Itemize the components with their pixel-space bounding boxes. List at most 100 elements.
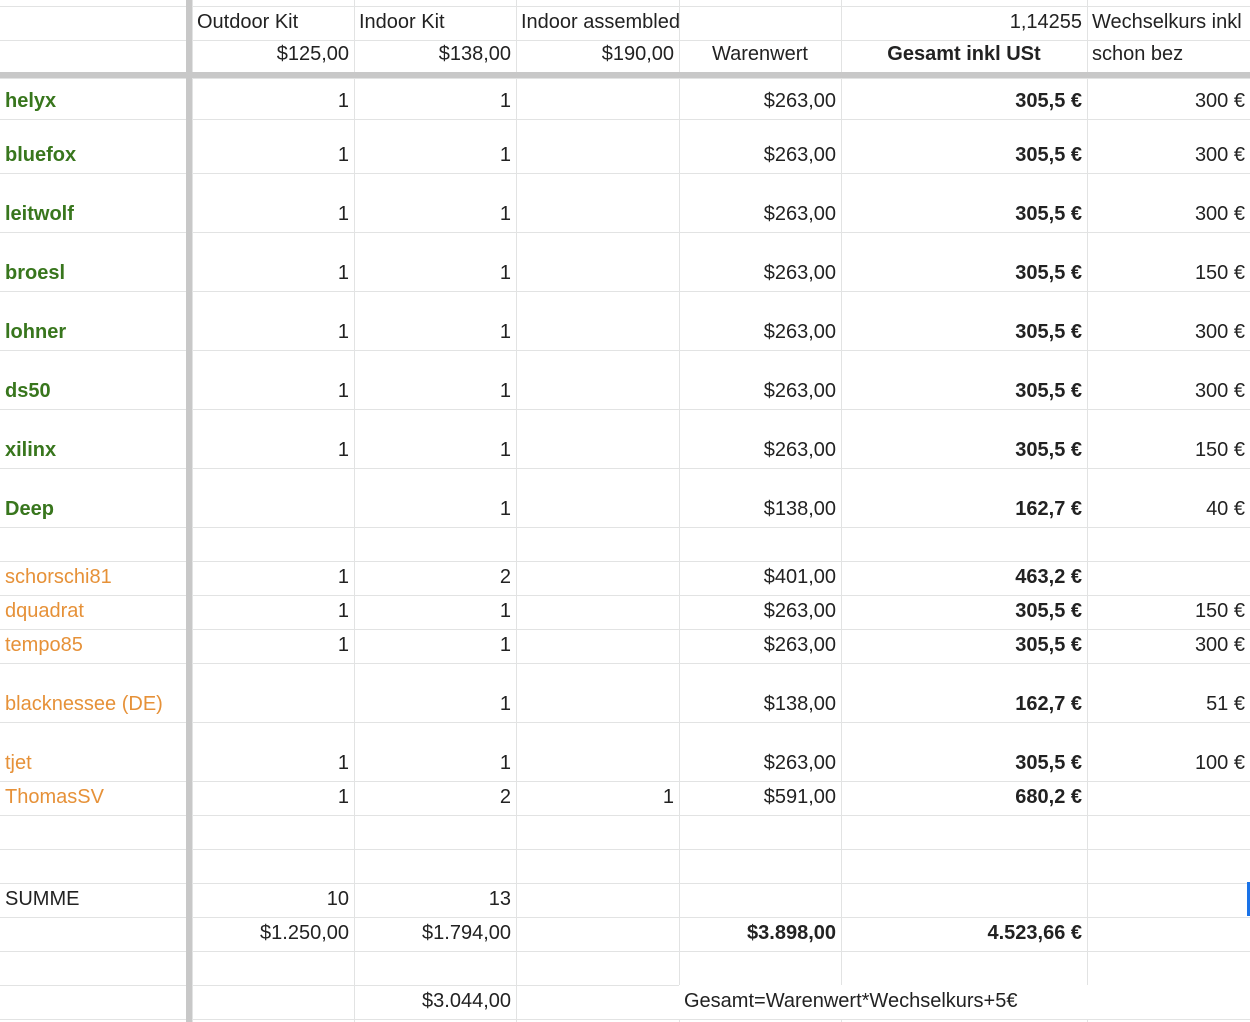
data-cell[interactable] (516, 119, 679, 173)
row-name-cell[interactable]: dquadrat (0, 595, 192, 629)
data-cell[interactable] (841, 951, 1087, 985)
data-cell[interactable]: 2 (354, 561, 516, 595)
data-cell[interactable]: 305,5 € (841, 173, 1087, 232)
data-cell[interactable]: 1 (354, 468, 516, 527)
data-cell[interactable]: $138,00 (679, 663, 841, 722)
row-name-cell[interactable]: tempo85 (0, 629, 192, 663)
data-cell[interactable] (516, 663, 679, 722)
data-cell[interactable]: 1 (192, 350, 354, 409)
data-cell[interactable] (516, 232, 679, 291)
data-cell[interactable] (516, 409, 679, 468)
row-name-cell[interactable]: leitwolf (0, 173, 192, 232)
data-cell[interactable]: 1 (354, 350, 516, 409)
data-cell[interactable] (354, 849, 516, 883)
data-cell[interactable] (516, 951, 679, 985)
data-cell[interactable]: 463,2 € (841, 561, 1087, 595)
header-cell[interactable]: $190,00 (516, 40, 679, 72)
data-cell[interactable] (841, 883, 1087, 917)
data-cell[interactable] (192, 468, 354, 527)
data-cell[interactable]: 1 (354, 629, 516, 663)
data-cell[interactable] (516, 849, 679, 883)
data-cell[interactable] (1087, 527, 1250, 561)
spreadsheet-grid[interactable]: Outdoor Kit $125,00 Indoor Kit $138,00 Indoo… (0, 0, 1250, 1022)
data-cell[interactable]: 300 € (1087, 78, 1250, 119)
row-name-cell[interactable]: tjet (0, 722, 192, 781)
header-cell[interactable]: Warenwert (679, 40, 841, 72)
data-cell[interactable]: $263,00 (679, 409, 841, 468)
data-cell[interactable]: 305,5 € (841, 595, 1087, 629)
data-cell[interactable]: $3.044,00 (354, 985, 516, 1019)
data-cell[interactable] (516, 78, 679, 119)
header-cell[interactable]: $125,00 (192, 40, 354, 72)
data-cell[interactable] (1087, 883, 1250, 917)
data-cell[interactable]: 305,5 € (841, 291, 1087, 350)
data-cell[interactable]: 305,5 € (841, 78, 1087, 119)
row-name-cell[interactable]: SUMME (0, 883, 192, 917)
data-cell[interactable]: 1 (354, 78, 516, 119)
row-name-cell[interactable]: schorschi81 (0, 561, 192, 595)
data-cell[interactable]: $138,00 (679, 468, 841, 527)
data-cell[interactable]: 1 (192, 173, 354, 232)
data-cell[interactable] (192, 527, 354, 561)
data-cell[interactable]: 1 (354, 173, 516, 232)
data-cell[interactable]: 1 (192, 78, 354, 119)
row-name-cell[interactable]: Deep (0, 468, 192, 527)
data-cell[interactable]: $3.898,00 (679, 917, 841, 951)
data-cell[interactable]: 1 (192, 722, 354, 781)
data-cell[interactable] (1087, 815, 1250, 849)
row-name-cell[interactable]: broesl (0, 232, 192, 291)
data-cell[interactable]: 1 (354, 232, 516, 291)
data-cell[interactable]: 1 (354, 119, 516, 173)
data-cell[interactable] (192, 815, 354, 849)
data-cell[interactable] (1087, 951, 1250, 985)
data-cell[interactable] (1087, 849, 1250, 883)
row-name-cell[interactable] (0, 849, 192, 883)
data-cell[interactable] (841, 849, 1087, 883)
data-cell[interactable]: $263,00 (679, 350, 841, 409)
row-name-cell[interactable] (0, 951, 192, 985)
header-cell[interactable]: schon bez (1087, 40, 1250, 72)
data-cell[interactable]: 150 € (1087, 409, 1250, 468)
row-name-cell[interactable]: helyx (0, 78, 192, 119)
data-cell[interactable]: 1 (192, 781, 354, 815)
data-cell[interactable]: 1 (354, 291, 516, 350)
data-cell[interactable]: $263,00 (679, 173, 841, 232)
data-cell[interactable]: 51 € (1087, 663, 1250, 722)
data-cell[interactable] (354, 815, 516, 849)
data-cell[interactable] (516, 291, 679, 350)
data-cell[interactable]: 100 € (1087, 722, 1250, 781)
header-cell[interactable]: Gesamt inkl USt (841, 40, 1087, 72)
row-name-cell[interactable] (0, 985, 192, 1019)
row-name-cell[interactable] (0, 527, 192, 561)
data-cell[interactable] (679, 849, 841, 883)
header-cell[interactable]: Outdoor Kit (192, 6, 354, 40)
row-name-cell[interactable]: lohner (0, 291, 192, 350)
data-cell[interactable] (679, 527, 841, 561)
header-cell[interactable]: Wechselkurs inkl (1087, 6, 1250, 40)
data-cell[interactable]: 1 (192, 119, 354, 173)
data-cell[interactable] (516, 815, 679, 849)
data-cell[interactable]: 305,5 € (841, 722, 1087, 781)
data-cell[interactable]: 10 (192, 883, 354, 917)
data-cell[interactable]: 300 € (1087, 119, 1250, 173)
formula-note[interactable]: Gesamt=Warenwert*Wechselkurs+5€ (679, 985, 1250, 1019)
data-cell[interactable]: $263,00 (679, 291, 841, 350)
data-cell[interactable] (679, 883, 841, 917)
row-name-cell[interactable] (0, 917, 192, 951)
data-cell[interactable] (516, 722, 679, 781)
data-cell[interactable]: $263,00 (679, 595, 841, 629)
row-name-cell[interactable]: ThomasSV (0, 781, 192, 815)
data-cell[interactable] (516, 883, 679, 917)
row-name-cell[interactable]: xilinx (0, 409, 192, 468)
data-cell[interactable]: 1 (354, 722, 516, 781)
data-cell[interactable]: 1 (516, 781, 679, 815)
row-name-cell[interactable]: blacknessee (DE) (0, 663, 192, 722)
data-cell[interactable] (1087, 917, 1250, 951)
data-cell[interactable] (679, 951, 841, 985)
data-cell[interactable] (841, 527, 1087, 561)
data-cell[interactable]: 162,7 € (841, 663, 1087, 722)
data-cell[interactable] (516, 468, 679, 527)
data-cell[interactable]: 2 (354, 781, 516, 815)
data-cell[interactable] (516, 561, 679, 595)
data-cell[interactable]: 150 € (1087, 595, 1250, 629)
